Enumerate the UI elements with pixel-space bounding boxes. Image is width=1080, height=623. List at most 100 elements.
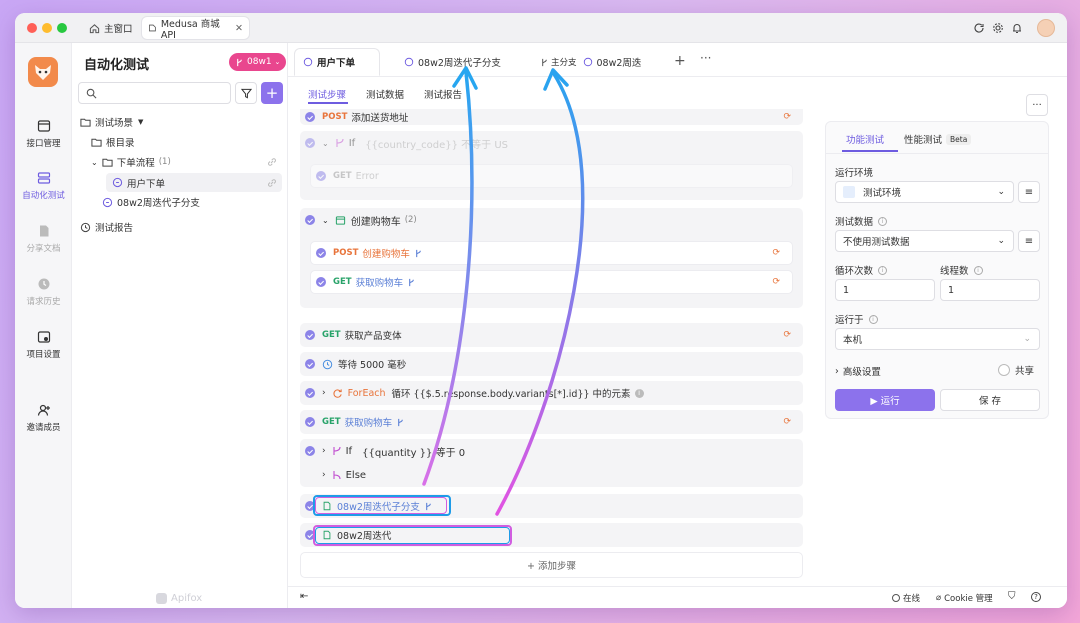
collapse-sidebar-icon[interactable]: ⇤ (300, 591, 308, 602)
caret-down-icon: ▼ (138, 118, 144, 126)
step-get-error[interactable]: GET Error (310, 164, 793, 188)
step-checkbox[interactable] (305, 359, 315, 369)
shirt-icon[interactable]: ⛉ (1008, 591, 1016, 602)
user-avatar[interactable] (1037, 19, 1055, 37)
step-checkbox[interactable] (305, 138, 315, 148)
status-bar: ⇤ 在线 ⌀ Cookie 管理 ⛉ ? (288, 586, 1067, 608)
save-button[interactable]: 保 存 (940, 389, 1040, 411)
reorder-icon[interactable]: ⟳ (783, 112, 791, 122)
step-checkbox[interactable] (316, 171, 326, 181)
subtab-report[interactable]: 测试报告 (424, 87, 462, 101)
branch-badge[interactable]: 08w1 ⌄ (229, 53, 287, 71)
panel-tab-functional[interactable]: 功能测试 (846, 132, 884, 146)
step-checkbox[interactable] (305, 112, 315, 122)
add-step-button[interactable]: + 添加步骤 (300, 552, 803, 578)
online-status[interactable]: 在线 (892, 592, 920, 604)
help-icon[interactable]: i (973, 265, 983, 275)
if-header[interactable]: › If {{quantity }} 等于 0 (300, 439, 465, 463)
env-select[interactable]: 测试环境 ⌄ (835, 181, 1014, 203)
minimize-window-button[interactable] (42, 23, 52, 33)
reorder-icon[interactable]: ⟳ (772, 277, 780, 287)
step-checkbox[interactable] (305, 215, 315, 225)
step-get-cart-2[interactable]: GET 获取购物车 ⟳ (300, 410, 803, 434)
loop-count-input[interactable]: 1 (835, 279, 935, 301)
thread-count-input[interactable]: 1 (940, 279, 1040, 301)
help-icon[interactable]: i (868, 314, 878, 324)
advanced-settings-toggle[interactable]: › 高级设置 (835, 364, 881, 379)
tree-test-scenes[interactable]: 测试场景 ▼ (80, 113, 143, 131)
tab-iteration-branch[interactable]: 08w2周迭代子分支 (396, 48, 509, 76)
chevron-right-icon[interactable]: › (322, 446, 326, 456)
env-manage-button[interactable]: ≡ (1018, 181, 1040, 203)
chevron-right-icon[interactable]: › (322, 470, 326, 480)
else-header[interactable]: › Else (300, 463, 366, 487)
step-name: 获取购物车 (344, 418, 393, 429)
rail-request-history[interactable]: 请求历史 (15, 277, 72, 307)
step-checkbox[interactable] (305, 446, 315, 456)
step-foreach[interactable]: › ForEach 循环 {{$.5.response.body.variant… (300, 381, 803, 405)
runon-select[interactable]: 本机 ⌄ (835, 328, 1040, 350)
scenes-icon (80, 118, 91, 127)
tree-test-reports[interactable]: 测试报告 (80, 218, 133, 236)
if-header[interactable]: ⌄ If {{country_code}} 不等于 US (300, 131, 508, 155)
step-add-address[interactable]: POST 添加送货地址 ⟳ (300, 109, 803, 125)
chevron-down-icon[interactable]: ⌄ (322, 139, 329, 148)
tree-order-flow-folder[interactable]: ⌄ 下单流程 (1) (91, 153, 281, 171)
bell-icon[interactable] (1011, 22, 1023, 34)
add-tab-button[interactable]: + (674, 53, 686, 69)
cookie-manager[interactable]: ⌀ Cookie 管理 (936, 592, 993, 604)
rail-api-management[interactable]: 接口管理 (15, 119, 72, 149)
step-checkbox[interactable] (316, 248, 326, 258)
reorder-icon[interactable]: ⟳ (783, 417, 791, 427)
close-tab-icon[interactable]: ✕ (235, 23, 243, 34)
subtab-data[interactable]: 测试数据 (366, 87, 404, 101)
link-icon[interactable] (267, 178, 277, 188)
rail-project-settings[interactable]: 项目设置 (15, 330, 72, 360)
more-options-button[interactable]: ··· (1026, 94, 1048, 116)
filter-button[interactable] (235, 82, 257, 104)
step-get-cart[interactable]: GET 获取购物车 ⟳ (310, 270, 793, 294)
reorder-icon[interactable]: ⟳ (772, 248, 780, 258)
step-post-create-cart[interactable]: POST 创建购物车 ⟳ (310, 241, 793, 265)
tree-iteration-branch[interactable]: 08w2周迭代子分支 (102, 193, 200, 211)
tree-root-folder[interactable]: 根目录 (91, 133, 135, 151)
settings-gear-icon[interactable] (992, 22, 1004, 34)
project-tab[interactable]: Medusa 商城 API ✕ (142, 17, 249, 41)
zoom-window-button[interactable] (57, 23, 67, 33)
panel-tab-performance[interactable]: 性能测试 Beta (904, 132, 972, 146)
link-icon[interactable] (267, 157, 277, 167)
beta-badge: Beta (946, 133, 972, 145)
more-tabs-icon[interactable]: ··· (700, 51, 711, 65)
step-checkbox[interactable] (305, 417, 315, 427)
step-get-variants[interactable]: GET 获取产品变体 ⟳ (300, 323, 803, 347)
help-circle-icon[interactable]: ? (1031, 592, 1041, 602)
subtab-steps[interactable]: 测试步骤 (308, 87, 346, 101)
home-tab[interactable]: 主窗口 (83, 17, 139, 39)
reorder-icon[interactable]: ⟳ (783, 330, 791, 340)
close-window-button[interactable] (27, 23, 37, 33)
search-input[interactable] (78, 82, 231, 104)
help-icon[interactable]: i (878, 265, 888, 275)
chevron-down-icon[interactable]: ⌄ (322, 216, 329, 225)
step-wait[interactable]: 等待 5000 毫秒 (300, 352, 803, 376)
test-data-manage-button[interactable]: ≡ (1018, 230, 1040, 252)
add-button[interactable]: + (261, 82, 283, 104)
step-checkbox[interactable] (316, 277, 326, 287)
tree-user-order[interactable]: 用户下单 (106, 173, 282, 192)
rail-automation-test[interactable]: 自动化测试 (15, 171, 72, 201)
test-data-select[interactable]: 不使用测试数据 ⌄ (835, 230, 1014, 252)
help-icon[interactable]: i (878, 216, 888, 226)
sync-icon[interactable] (973, 22, 985, 34)
info-icon[interactable]: i (634, 388, 644, 398)
step-checkbox[interactable] (305, 388, 315, 398)
rail-invite-members[interactable]: 邀请成员 (15, 403, 72, 433)
rail-share-docs[interactable]: 分享文档 (15, 224, 72, 254)
tab-main-branch-iteration[interactable]: 主分支 08w2周迭 (532, 48, 649, 76)
step-checkbox[interactable] (305, 330, 315, 340)
tab-user-order[interactable]: 用户下单 (294, 48, 380, 76)
step-if-country: ⌄ If {{country_code}} 不等于 US GET Error (300, 131, 803, 200)
group-header[interactable]: ⌄ 创建购物车 (2) (300, 208, 417, 232)
share-toggle[interactable]: 共享 (998, 363, 1034, 377)
run-button[interactable]: ▶ 运行 (835, 389, 935, 411)
chevron-right-icon[interactable]: › (322, 388, 326, 398)
